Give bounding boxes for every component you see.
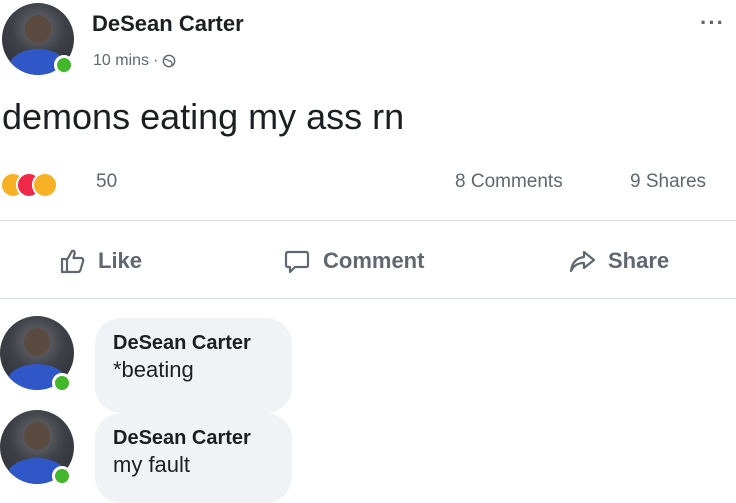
meta-separator: · — [153, 52, 159, 69]
thumbs-up-icon — [60, 249, 85, 274]
online-status-dot — [52, 373, 72, 393]
divider — [0, 298, 736, 299]
online-status-dot — [52, 466, 72, 486]
divider — [0, 220, 736, 221]
more-options-icon[interactable]: ··· — [700, 10, 725, 36]
comment-bubble: DeSean Carter *beating — [95, 318, 292, 413]
share-button[interactable]: Share — [568, 247, 669, 275]
post-author-name[interactable]: DeSean Carter — [92, 11, 244, 37]
speech-bubble-icon — [284, 250, 310, 274]
online-status-dot — [54, 55, 74, 75]
reaction-count[interactable]: 50 — [96, 171, 117, 193]
like-button[interactable]: Like — [58, 247, 142, 275]
post-text: demons eating my ass rn — [2, 96, 405, 137]
share-arrow-icon — [569, 250, 596, 273]
comment-author-name[interactable]: DeSean Carter — [113, 427, 274, 450]
comment-count-link[interactable]: 8 Comments — [455, 171, 563, 193]
comment-label: Comment — [323, 248, 425, 273]
share-label: Share — [608, 248, 670, 273]
share-count-link[interactable]: 9 Shares — [630, 171, 706, 193]
globe-icon — [162, 54, 176, 68]
post-meta: 10 mins · — [93, 52, 176, 70]
post-timestamp[interactable]: 10 mins — [93, 52, 149, 70]
comment-button[interactable]: Comment — [283, 247, 424, 275]
comment-bubble: DeSean Carter my fault — [95, 413, 292, 503]
comment-text: *beating — [113, 357, 194, 382]
like-label: Like — [98, 248, 143, 273]
comment-author-name[interactable]: DeSean Carter — [113, 332, 274, 355]
wow-icon — [32, 172, 58, 198]
comment-text: my fault — [113, 452, 191, 477]
reactions-summary[interactable] — [0, 172, 96, 198]
